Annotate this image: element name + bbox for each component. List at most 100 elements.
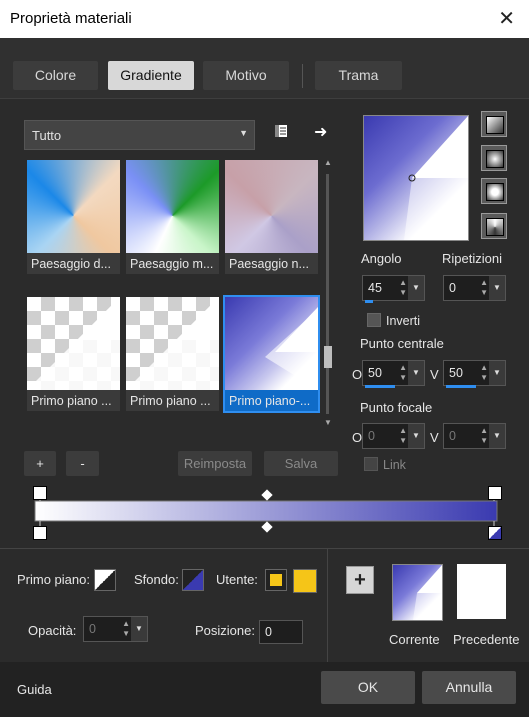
gallery-item[interactable]: Paesaggio m... (126, 160, 219, 274)
spin-arrows-icon[interactable]: ▲ ▼ (480, 426, 488, 446)
background-label: Sfondo: (134, 572, 179, 587)
tab-motivo[interactable]: Motivo (203, 61, 289, 90)
chevron-down-icon[interactable]: ▼ (489, 424, 505, 448)
gallery-item[interactable]: Primo piano ... (126, 297, 219, 411)
radial-gradient-icon[interactable] (481, 178, 507, 204)
remove-gradient-button[interactable]: - (66, 451, 99, 476)
divider (0, 548, 529, 549)
window-title: Proprietà materiali (10, 10, 132, 27)
center-v-label: V (430, 367, 439, 382)
foreground-swatch[interactable] (94, 569, 116, 591)
category-value: Tutto (32, 128, 62, 143)
arrow-right-icon[interactable]: ➜ (314, 122, 327, 142)
center-point-label: Punto centrale (360, 336, 444, 351)
color-stop-end[interactable] (488, 526, 502, 540)
spin-arrows-icon[interactable]: ▲ ▼ (399, 426, 407, 446)
scroll-thumb[interactable] (324, 346, 332, 368)
divider (327, 549, 328, 662)
chevron-down-icon[interactable]: ▼ (408, 424, 424, 448)
user-swatch-small[interactable] (265, 569, 287, 591)
focal-point-label: Punto focale (360, 400, 433, 415)
gradient-preview[interactable] (363, 115, 469, 241)
focal-o-value: 0 (368, 429, 375, 443)
sunburst-gradient-icon[interactable] (481, 213, 507, 239)
chevron-down-icon[interactable]: ▼ (489, 276, 505, 300)
gradient-thumbnail (225, 160, 318, 253)
repeats-label: Ripetizioni (442, 251, 502, 266)
previous-label: Precedente (453, 632, 520, 647)
tab-separator (302, 64, 303, 88)
angle-label: Angolo (361, 251, 402, 266)
add-swatch-button[interactable]: + (346, 566, 374, 594)
focal-o-label: O (352, 430, 363, 445)
color-stop-start[interactable] (33, 526, 47, 540)
chevron-down-icon: ▼ (239, 128, 248, 138)
chevron-down-icon[interactable]: ▼ (131, 617, 147, 641)
tab-gradiente[interactable]: Gradiente (108, 61, 194, 90)
rectangular-gradient-icon[interactable] (481, 145, 507, 171)
chevron-down-icon[interactable]: ▼ (489, 361, 505, 385)
gradient-thumbnail (27, 160, 120, 253)
background-swatch[interactable] (182, 569, 204, 591)
spin-arrows-icon[interactable]: ▲ ▼ (399, 363, 407, 383)
focal-o-spinbox[interactable]: 0 ▲ ▼ ▼ (362, 423, 425, 449)
cancel-button[interactable]: Annulla (422, 671, 516, 704)
category-dropdown[interactable]: Tutto ▼ (24, 120, 255, 150)
linear-gradient-icon[interactable] (481, 111, 507, 137)
gallery-item[interactable]: Primo piano ... (27, 297, 120, 411)
chevron-down-icon[interactable]: ▼ (408, 361, 424, 385)
position-value: 0 (265, 625, 272, 639)
current-label: Corrente (389, 632, 440, 647)
scroll-up-icon: ▲ (324, 158, 332, 167)
gallery-item-label: Paesaggio n... (229, 257, 309, 271)
angle-spinbox[interactable]: 45 ▲ ▼ ▼ (362, 275, 425, 303)
gradient-thumbnail (126, 160, 219, 253)
gradient-thumbnail (126, 297, 219, 390)
gradient-thumbnail (225, 297, 318, 390)
repeats-value: 0 (449, 281, 456, 295)
gallery-item-selected[interactable]: Primo piano-... (223, 295, 320, 413)
center-o-spinbox[interactable]: 50 ▲ ▼ ▼ (362, 360, 425, 388)
spin-arrows-icon[interactable]: ▲ ▼ (399, 278, 407, 298)
invert-label: Inverti (386, 314, 421, 328)
focal-v-spinbox[interactable]: 0 ▲ ▼ ▼ (443, 423, 506, 449)
add-gradient-button[interactable]: + (24, 451, 56, 476)
spin-arrows-icon[interactable]: ▲ ▼ (122, 619, 130, 639)
gallery-item[interactable]: Paesaggio n... (225, 160, 318, 274)
focal-v-value: 0 (449, 429, 456, 443)
spin-arrows-icon[interactable]: ▲ ▼ (480, 278, 488, 298)
current-swatch[interactable] (392, 564, 443, 621)
tab-trama[interactable]: Trama (315, 61, 402, 90)
scroll-down-icon: ▼ (324, 418, 332, 427)
gallery-item-label: Primo piano ... (130, 394, 211, 408)
tab-colore[interactable]: Colore (13, 61, 98, 90)
ok-button[interactable]: OK (321, 671, 415, 704)
invert-checkbox[interactable] (367, 313, 381, 327)
gallery-scrollbar[interactable]: ▲ ▼ (322, 158, 334, 430)
gallery-item[interactable]: Paesaggio d... (27, 160, 120, 274)
help-link[interactable]: Guida (17, 682, 52, 697)
opacity-stop-end[interactable] (488, 486, 502, 500)
position-input[interactable]: 0 (259, 620, 303, 644)
user-color-swatch[interactable] (293, 569, 317, 593)
center-o-value: 50 (368, 366, 382, 380)
chevron-down-icon[interactable]: ▼ (408, 276, 424, 300)
link-checkbox[interactable] (364, 457, 378, 471)
opacity-spinbox[interactable]: 0 ▲ ▼ ▼ (83, 616, 148, 642)
opacity-stop-start[interactable] (33, 486, 47, 500)
foreground-label: Primo piano: (17, 572, 90, 587)
gallery-item-label: Primo piano ... (31, 394, 112, 408)
spin-arrows-icon[interactable]: ▲ ▼ (480, 363, 488, 383)
previous-swatch[interactable] (457, 564, 506, 619)
position-label: Posizione: (195, 623, 255, 638)
reset-button[interactable]: Reimposta (178, 451, 252, 476)
gradient-thumbnail (27, 297, 120, 390)
focal-v-label: V (430, 430, 439, 445)
center-v-spinbox[interactable]: 50 ▲ ▼ ▼ (443, 360, 506, 388)
gallery-menu-icon[interactable] (273, 123, 289, 139)
center-o-label: O (352, 367, 363, 382)
link-label: Link (383, 458, 406, 472)
repeats-spinbox[interactable]: 0 ▲ ▼ ▼ (443, 275, 506, 301)
save-button[interactable]: Salva (264, 451, 338, 476)
close-icon[interactable]: ✕ (498, 6, 515, 31)
